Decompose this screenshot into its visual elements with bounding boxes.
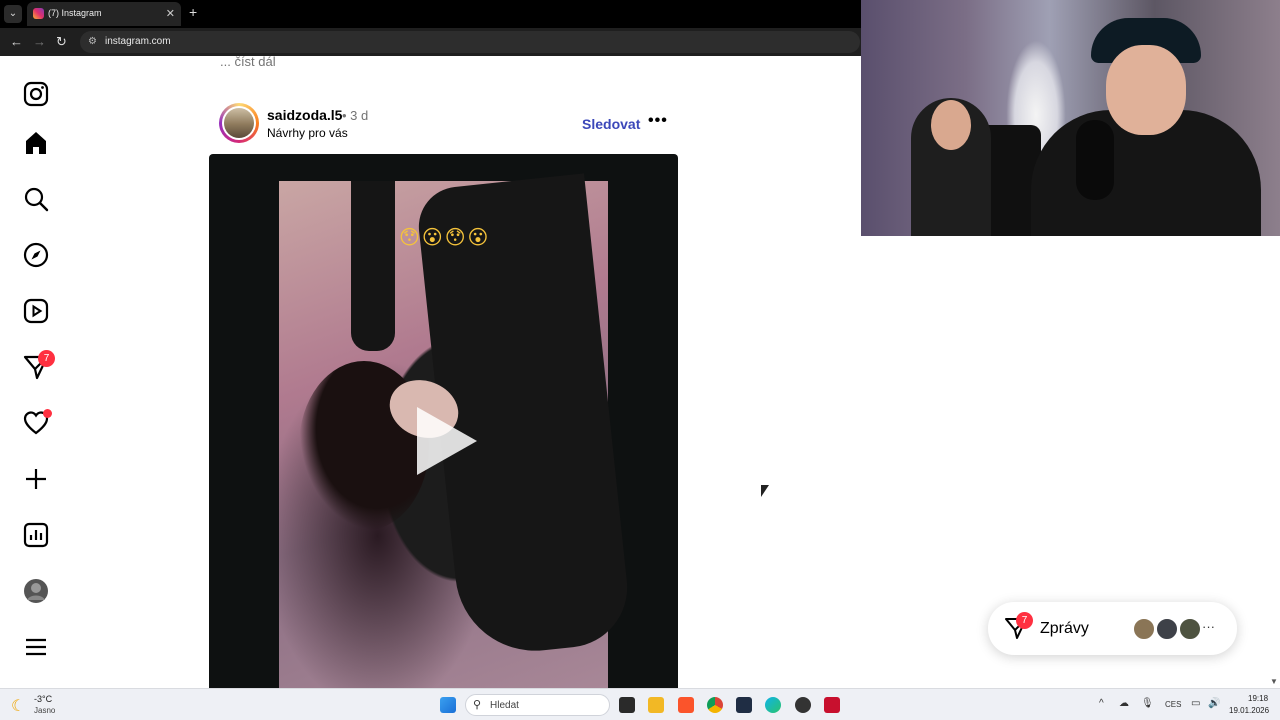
home-icon[interactable]: [22, 129, 50, 157]
post-time: • 3 d: [342, 108, 369, 123]
tab-close-icon[interactable]: ✕: [166, 7, 175, 20]
instagram-favicon-icon: [33, 8, 44, 19]
clock-date[interactable]: 19.01.2026: [1229, 706, 1269, 715]
weather-moon-icon[interactable]: ☾: [11, 696, 25, 716]
reels-icon[interactable]: [22, 297, 50, 325]
voicemeeter-icon[interactable]: [824, 697, 840, 713]
onedrive-icon[interactable]: ☁: [1119, 698, 1129, 709]
profile-icon[interactable]: [22, 577, 50, 605]
taskbar-search[interactable]: ⚲ Hledat: [465, 694, 610, 716]
create-icon[interactable]: [22, 465, 50, 493]
contact-avatar[interactable]: [1178, 617, 1202, 641]
tab-search-chevron-icon[interactable]: ⌄: [4, 5, 22, 23]
messages-widget-label: Zprávy: [1040, 620, 1089, 637]
network-icon[interactable]: ▭: [1191, 698, 1200, 709]
video-emoji-overlay: 😯😮😯😮: [399, 227, 491, 249]
post-more-options-icon[interactable]: •••: [648, 112, 668, 130]
post-author-avatar[interactable]: [219, 103, 259, 143]
task-view-icon[interactable]: [619, 697, 635, 713]
messages-widget-more-icon[interactable]: ···: [1202, 619, 1215, 634]
chrome-icon[interactable]: [707, 697, 723, 713]
post-media[interactable]: 😯😮😯😮: [209, 154, 678, 688]
messages-badge: 7: [38, 350, 55, 367]
notification-dot: [43, 409, 52, 418]
new-tab-icon[interactable]: +: [189, 4, 197, 20]
volume-icon[interactable]: 🔊: [1208, 698, 1220, 709]
follow-button[interactable]: Sledovat: [582, 116, 640, 132]
address-bar[interactable]: ⚙ instagram.com: [80, 31, 860, 53]
tab-title: (7) Instagram: [48, 8, 102, 18]
dashboard-icon[interactable]: [22, 521, 50, 549]
brave-browser-icon[interactable]: [678, 697, 694, 713]
weather-condition: Jasno: [34, 706, 56, 715]
windows-taskbar: ☾ -3°C Jasno ⚲ Hledat ^ ☁ 🎙 CES ▭ 🔊 19:1…: [0, 688, 1280, 720]
obs-icon[interactable]: [795, 697, 811, 713]
instagram-sidebar: 7: [0, 58, 72, 688]
search-icon: ⚲: [473, 699, 482, 711]
tray-overflow-icon[interactable]: ^: [1099, 698, 1104, 709]
weather-temperature: -3°C: [34, 694, 53, 704]
play-icon[interactable]: [417, 407, 477, 475]
search-icon[interactable]: [22, 185, 50, 213]
language-indicator[interactable]: CES: [1165, 700, 1181, 709]
contact-avatar[interactable]: [1132, 617, 1156, 641]
reload-icon[interactable]: ↻: [56, 34, 67, 50]
post-suggestion-label: Návrhy pro vás: [267, 126, 348, 140]
clock-time[interactable]: 19:18: [1248, 694, 1268, 703]
webcam-overlay: [861, 0, 1280, 236]
site-info-icon[interactable]: ⚙: [88, 36, 97, 47]
explore-icon[interactable]: [22, 241, 50, 269]
browser-tab[interactable]: (7) Instagram ✕: [27, 2, 181, 26]
start-icon[interactable]: [440, 697, 456, 713]
file-explorer-icon[interactable]: [648, 697, 664, 713]
reel-video[interactable]: 😯😮😯😮: [279, 173, 634, 688]
more-menu-icon[interactable]: [22, 633, 50, 661]
mouse-cursor-icon: [761, 485, 769, 497]
kick-app-icon[interactable]: [736, 697, 752, 713]
messages-widget[interactable]: 7 Zprávy ···: [988, 602, 1237, 655]
edge-icon[interactable]: [765, 697, 781, 713]
forward-icon[interactable]: →: [33, 34, 46, 49]
read-more-link[interactable]: ... číst dál: [220, 54, 276, 69]
contact-avatar[interactable]: [1155, 617, 1179, 641]
url-text: instagram.com: [105, 36, 171, 47]
instagram-logo-icon[interactable]: [22, 80, 50, 108]
taskbar-search-placeholder: Hledat: [490, 700, 519, 711]
messages-widget-badge: 7: [1016, 612, 1033, 629]
post-username[interactable]: saidzoda.l5: [267, 107, 342, 123]
scroll-down-arrow-icon[interactable]: ▼: [1270, 677, 1278, 686]
back-icon[interactable]: ←: [10, 34, 23, 49]
microphone-icon: [1076, 120, 1114, 200]
microphone-tray-icon[interactable]: 🎙: [1141, 698, 1154, 709]
